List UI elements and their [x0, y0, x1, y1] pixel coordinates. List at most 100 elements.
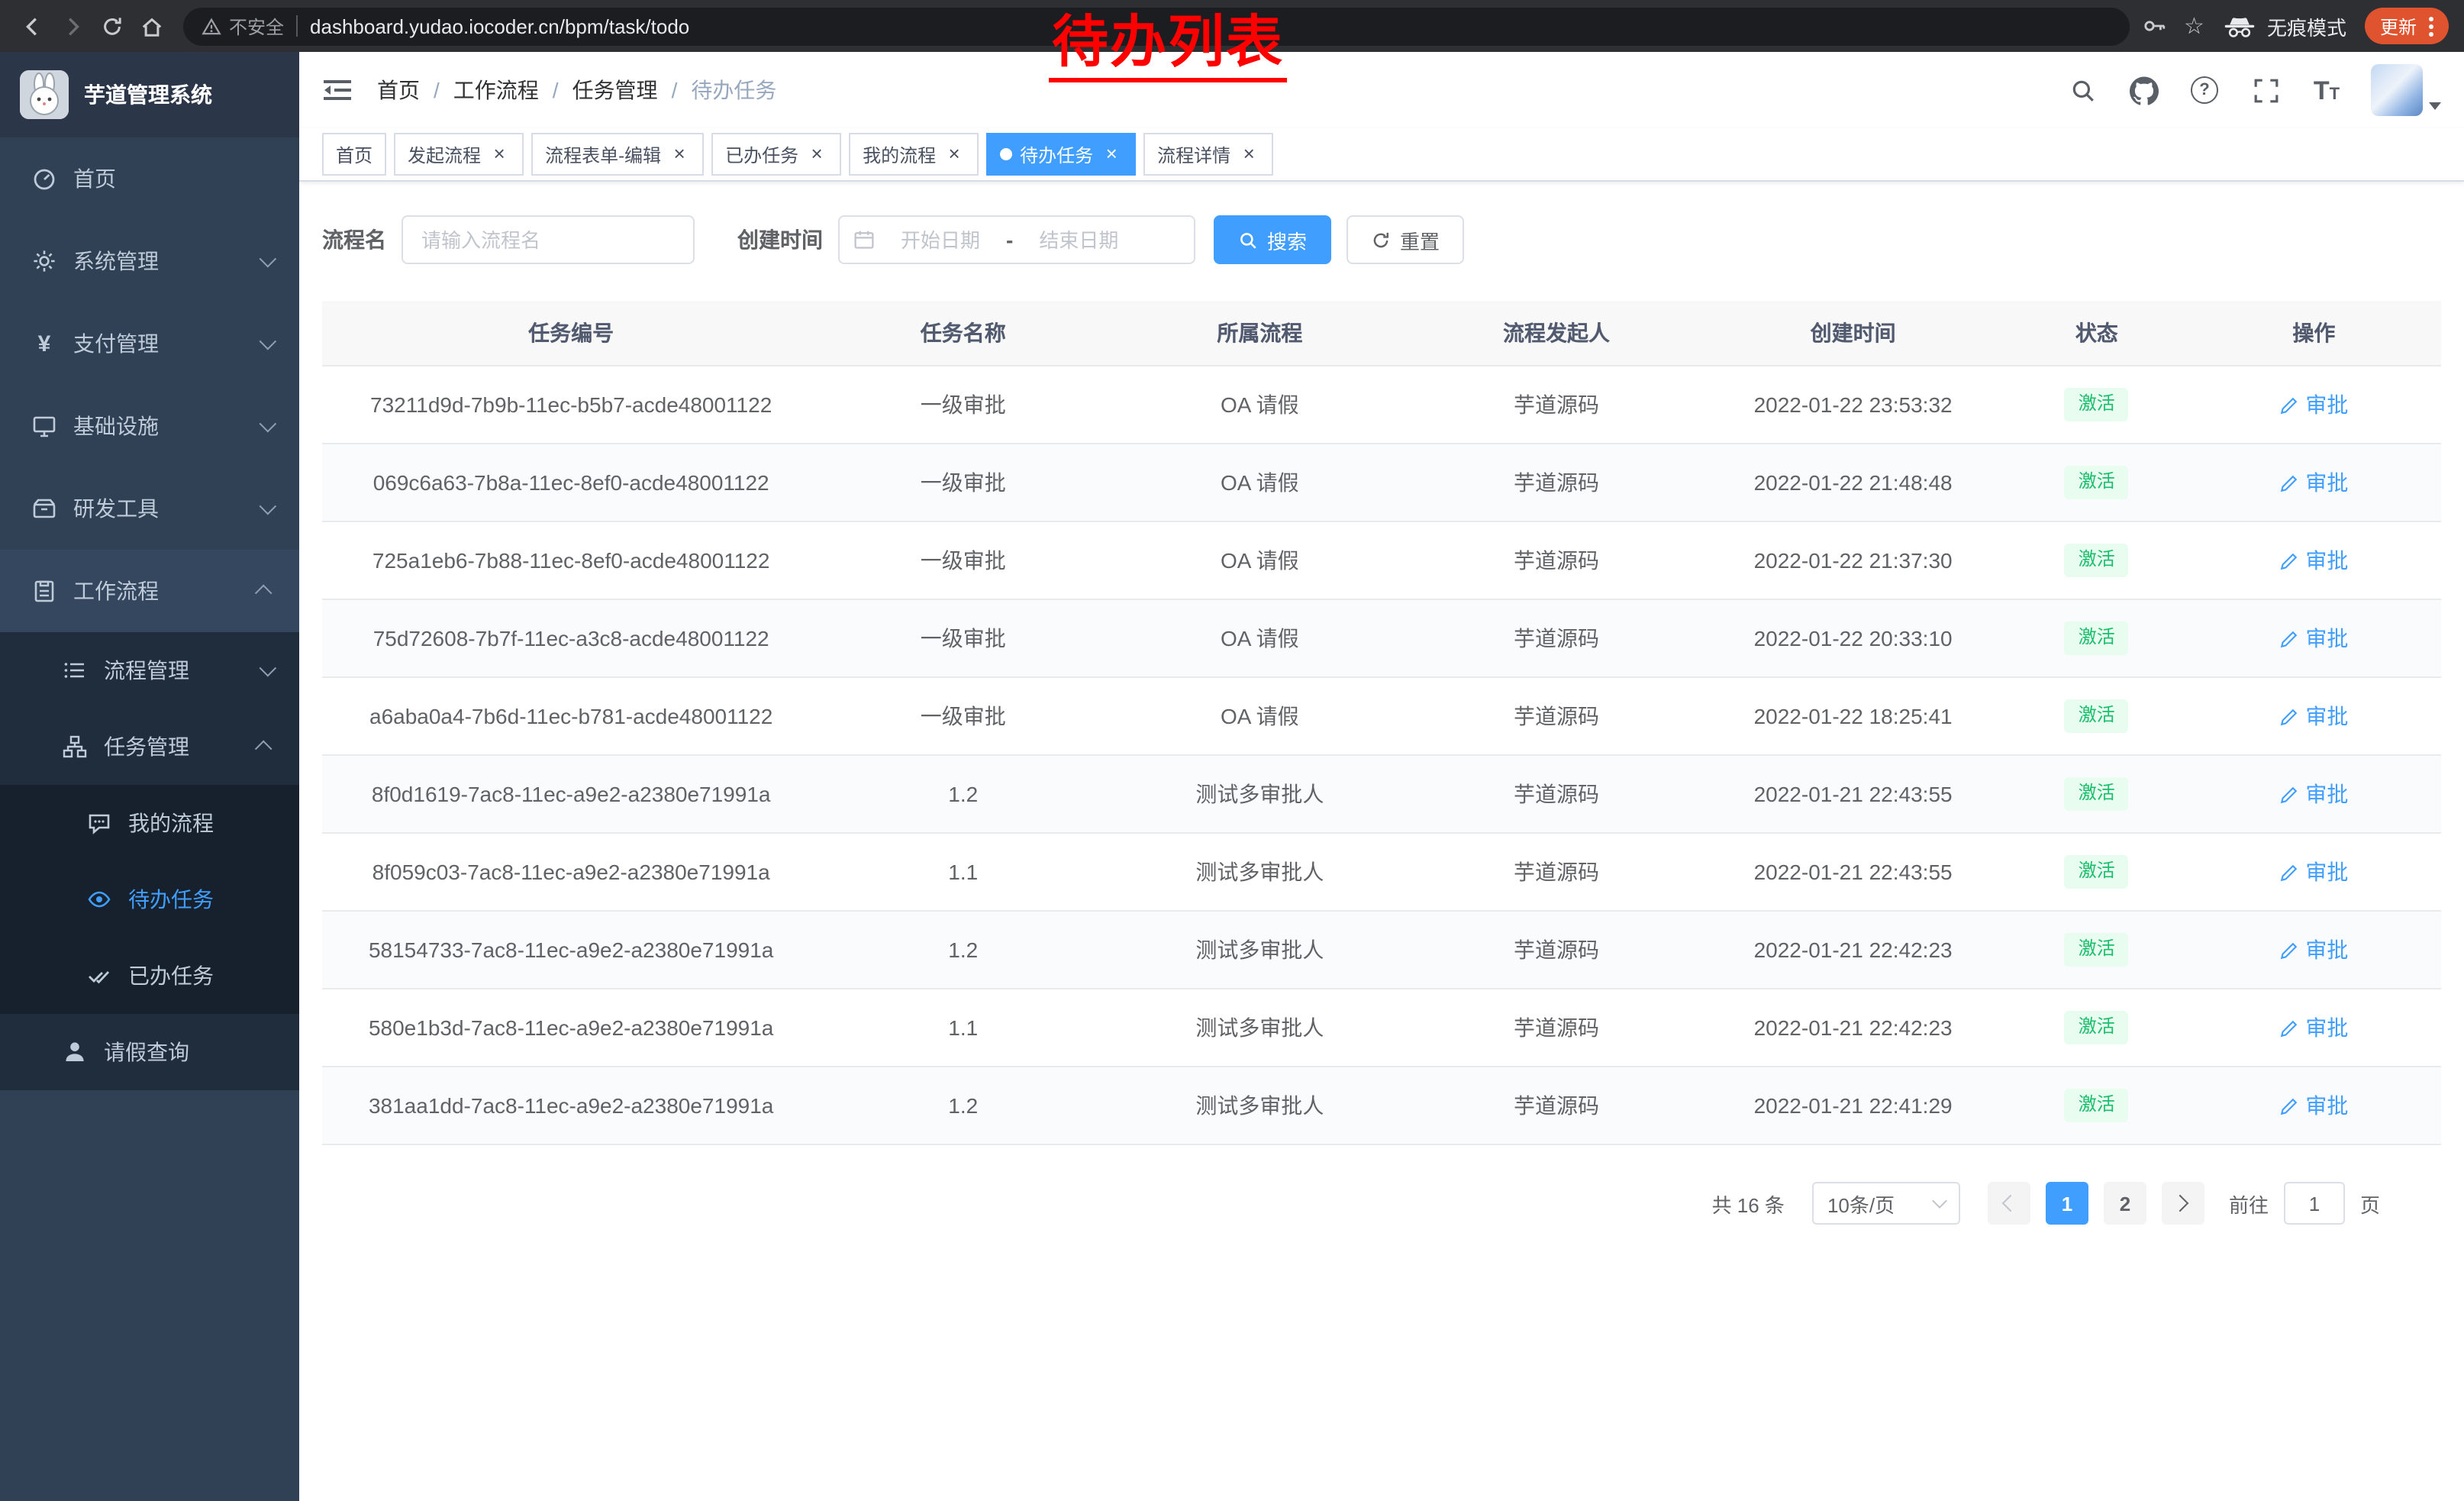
page-size-select[interactable]: 10条/页 [1812, 1182, 1960, 1225]
app: 芋道管理系统 首页 系统管理 支付管理 基础设施 [0, 52, 2464, 1501]
initiator-cell: 芋道源码 [1414, 1067, 1700, 1144]
task-id-cell: 8f059c03-7ac8-11ec-a9e2-a2380e71991a [322, 833, 820, 911]
chevron-right-icon [2172, 1195, 2190, 1212]
close-icon[interactable] [806, 144, 827, 165]
approve-link[interactable]: 审批 [2279, 389, 2348, 420]
sidebar-item-process-management[interactable]: 流程管理 [0, 632, 299, 709]
action-cell: 审批 [2187, 677, 2441, 755]
sidebar-item-my-process[interactable]: 我的流程 [0, 785, 299, 861]
security-warning[interactable]: 不安全 [202, 13, 284, 39]
refresh-button[interactable] [92, 6, 131, 46]
tab-done-tasks[interactable]: 已办任务 [711, 133, 841, 176]
update-button[interactable]: 更新 [2365, 8, 2449, 44]
start-date-input[interactable] [881, 227, 1000, 253]
sidebar-item-workflow[interactable]: 工作流程 [0, 550, 299, 632]
approve-link[interactable]: 审批 [2279, 1090, 2348, 1121]
task-name-cell: 一级审批 [820, 599, 1106, 677]
search-button[interactable]: 搜索 [1214, 215, 1331, 264]
page-button-2[interactable]: 2 [2104, 1182, 2146, 1225]
back-button[interactable] [12, 6, 52, 46]
active-dot [1000, 148, 1012, 160]
tab-my-process[interactable]: 我的流程 [849, 133, 979, 176]
task-name-cell: 1.2 [820, 1067, 1106, 1144]
search-icon[interactable] [2066, 73, 2099, 107]
browser-menu-dots-icon[interactable] [2429, 16, 2433, 36]
date-range-picker[interactable]: - [838, 215, 1195, 264]
approve-link[interactable]: 审批 [2279, 623, 2348, 654]
font-size-icon[interactable] [2310, 73, 2343, 107]
approve-link[interactable]: 审批 [2279, 934, 2348, 965]
close-icon[interactable] [669, 144, 690, 165]
page-button-1[interactable]: 1 [2046, 1182, 2088, 1225]
status-cell: 激活 [2007, 833, 2187, 911]
sidebar-item-leave-query[interactable]: 请假查询 [0, 1014, 299, 1090]
home-button[interactable] [131, 6, 171, 46]
reset-button[interactable]: 重置 [1346, 215, 1464, 264]
tab-todo-tasks[interactable]: 待办任务 [986, 133, 1136, 176]
close-icon[interactable] [943, 144, 965, 165]
task-name-cell: 1.1 [820, 833, 1106, 911]
double-check-icon [85, 964, 113, 988]
breadcrumb-separator [672, 78, 678, 102]
github-icon[interactable] [2127, 73, 2160, 107]
close-icon[interactable] [489, 144, 510, 165]
created-time-cell: 2022-01-21 22:42:23 [1699, 989, 2007, 1067]
sidebar-item-payment-management[interactable]: 支付管理 [0, 302, 299, 385]
tab-start-process[interactable]: 发起流程 [394, 133, 524, 176]
action-cell: 审批 [2187, 599, 2441, 677]
next-page-button[interactable] [2162, 1182, 2204, 1225]
sidebar-item-todo-tasks[interactable]: 待办任务 [0, 861, 299, 938]
approve-link[interactable]: 审批 [2279, 701, 2348, 731]
workflow-submenu: 流程管理 任务管理 我的流程 待办任务 [0, 632, 299, 1090]
breadcrumb-workflow[interactable]: 工作流程 [453, 75, 539, 105]
close-icon[interactable] [1101, 144, 1122, 165]
sidebar-item-infrastructure[interactable]: 基础设施 [0, 385, 299, 467]
table-row: 069c6a63-7b8a-11ec-8ef0-acde48001122 一级审… [322, 444, 2441, 521]
fullscreen-icon[interactable] [2249, 73, 2282, 107]
sidebar-item-task-management[interactable]: 任务管理 [0, 709, 299, 785]
goto-page-input[interactable] [2284, 1182, 2345, 1225]
breadcrumb-home[interactable]: 首页 [377, 75, 420, 105]
bookmark-star-icon[interactable] [2184, 12, 2204, 40]
sidebar-item-done-tasks[interactable]: 已办任务 [0, 938, 299, 1014]
status-badge: 激活 [2065, 466, 2129, 499]
approve-link[interactable]: 审批 [2279, 545, 2348, 576]
edit-pencil-icon [2279, 1096, 2299, 1115]
approve-link[interactable]: 审批 [2279, 857, 2348, 887]
action-cell: 审批 [2187, 444, 2441, 521]
logo[interactable]: 芋道管理系统 [0, 52, 299, 137]
forward-button[interactable] [52, 6, 92, 46]
sidebar-item-system-management[interactable]: 系统管理 [0, 220, 299, 302]
password-key-icon[interactable] [2141, 14, 2166, 38]
sidebar-item-dev-tools[interactable]: 研发工具 [0, 467, 299, 550]
goto-suffix: 页 [2360, 1189, 2380, 1218]
tab-process-form-edit[interactable]: 流程表单-编辑 [531, 133, 704, 176]
breadcrumb-task-management[interactable]: 任务管理 [572, 75, 658, 105]
table-row: a6aba0a4-7b6d-11ec-b781-acde48001122 一级审… [322, 677, 2441, 755]
user-menu[interactable] [2371, 64, 2441, 116]
action-cell: 审批 [2187, 366, 2441, 444]
avatar[interactable] [2371, 64, 2423, 116]
status-cell: 激活 [2007, 366, 2187, 444]
status-badge: 激活 [2065, 777, 2129, 810]
process-cell: 测试多审批人 [1106, 989, 1414, 1067]
initiator-cell: 芋道源码 [1414, 444, 1700, 521]
prev-page-button[interactable] [1988, 1182, 2030, 1225]
tab-process-detail[interactable]: 流程详情 [1143, 133, 1273, 176]
end-date-input[interactable] [1019, 227, 1138, 253]
sidebar-item-home[interactable]: 首页 [0, 137, 299, 220]
action-cell: 审批 [2187, 911, 2441, 989]
sidebar-toggle-button[interactable] [322, 75, 353, 105]
help-icon[interactable] [2188, 73, 2221, 107]
screen: 不安全 dashboard.yudao.iocoder.cn/bpm/task/… [0, 0, 2464, 1501]
process-name-input[interactable] [402, 215, 695, 264]
approve-link[interactable]: 审批 [2279, 1012, 2348, 1043]
approve-link[interactable]: 审批 [2279, 779, 2348, 809]
address-bar[interactable]: 不安全 dashboard.yudao.iocoder.cn/bpm/task/… [183, 7, 2129, 45]
logo-image [20, 70, 69, 119]
action-cell: 审批 [2187, 833, 2441, 911]
close-icon[interactable] [1238, 144, 1259, 165]
tab-home[interactable]: 首页 [322, 133, 386, 176]
todo-table: 任务编号 任务名称 所属流程 流程发起人 创建时间 状态 操作 73211d9d… [322, 301, 2441, 1145]
approve-link[interactable]: 审批 [2279, 467, 2348, 498]
